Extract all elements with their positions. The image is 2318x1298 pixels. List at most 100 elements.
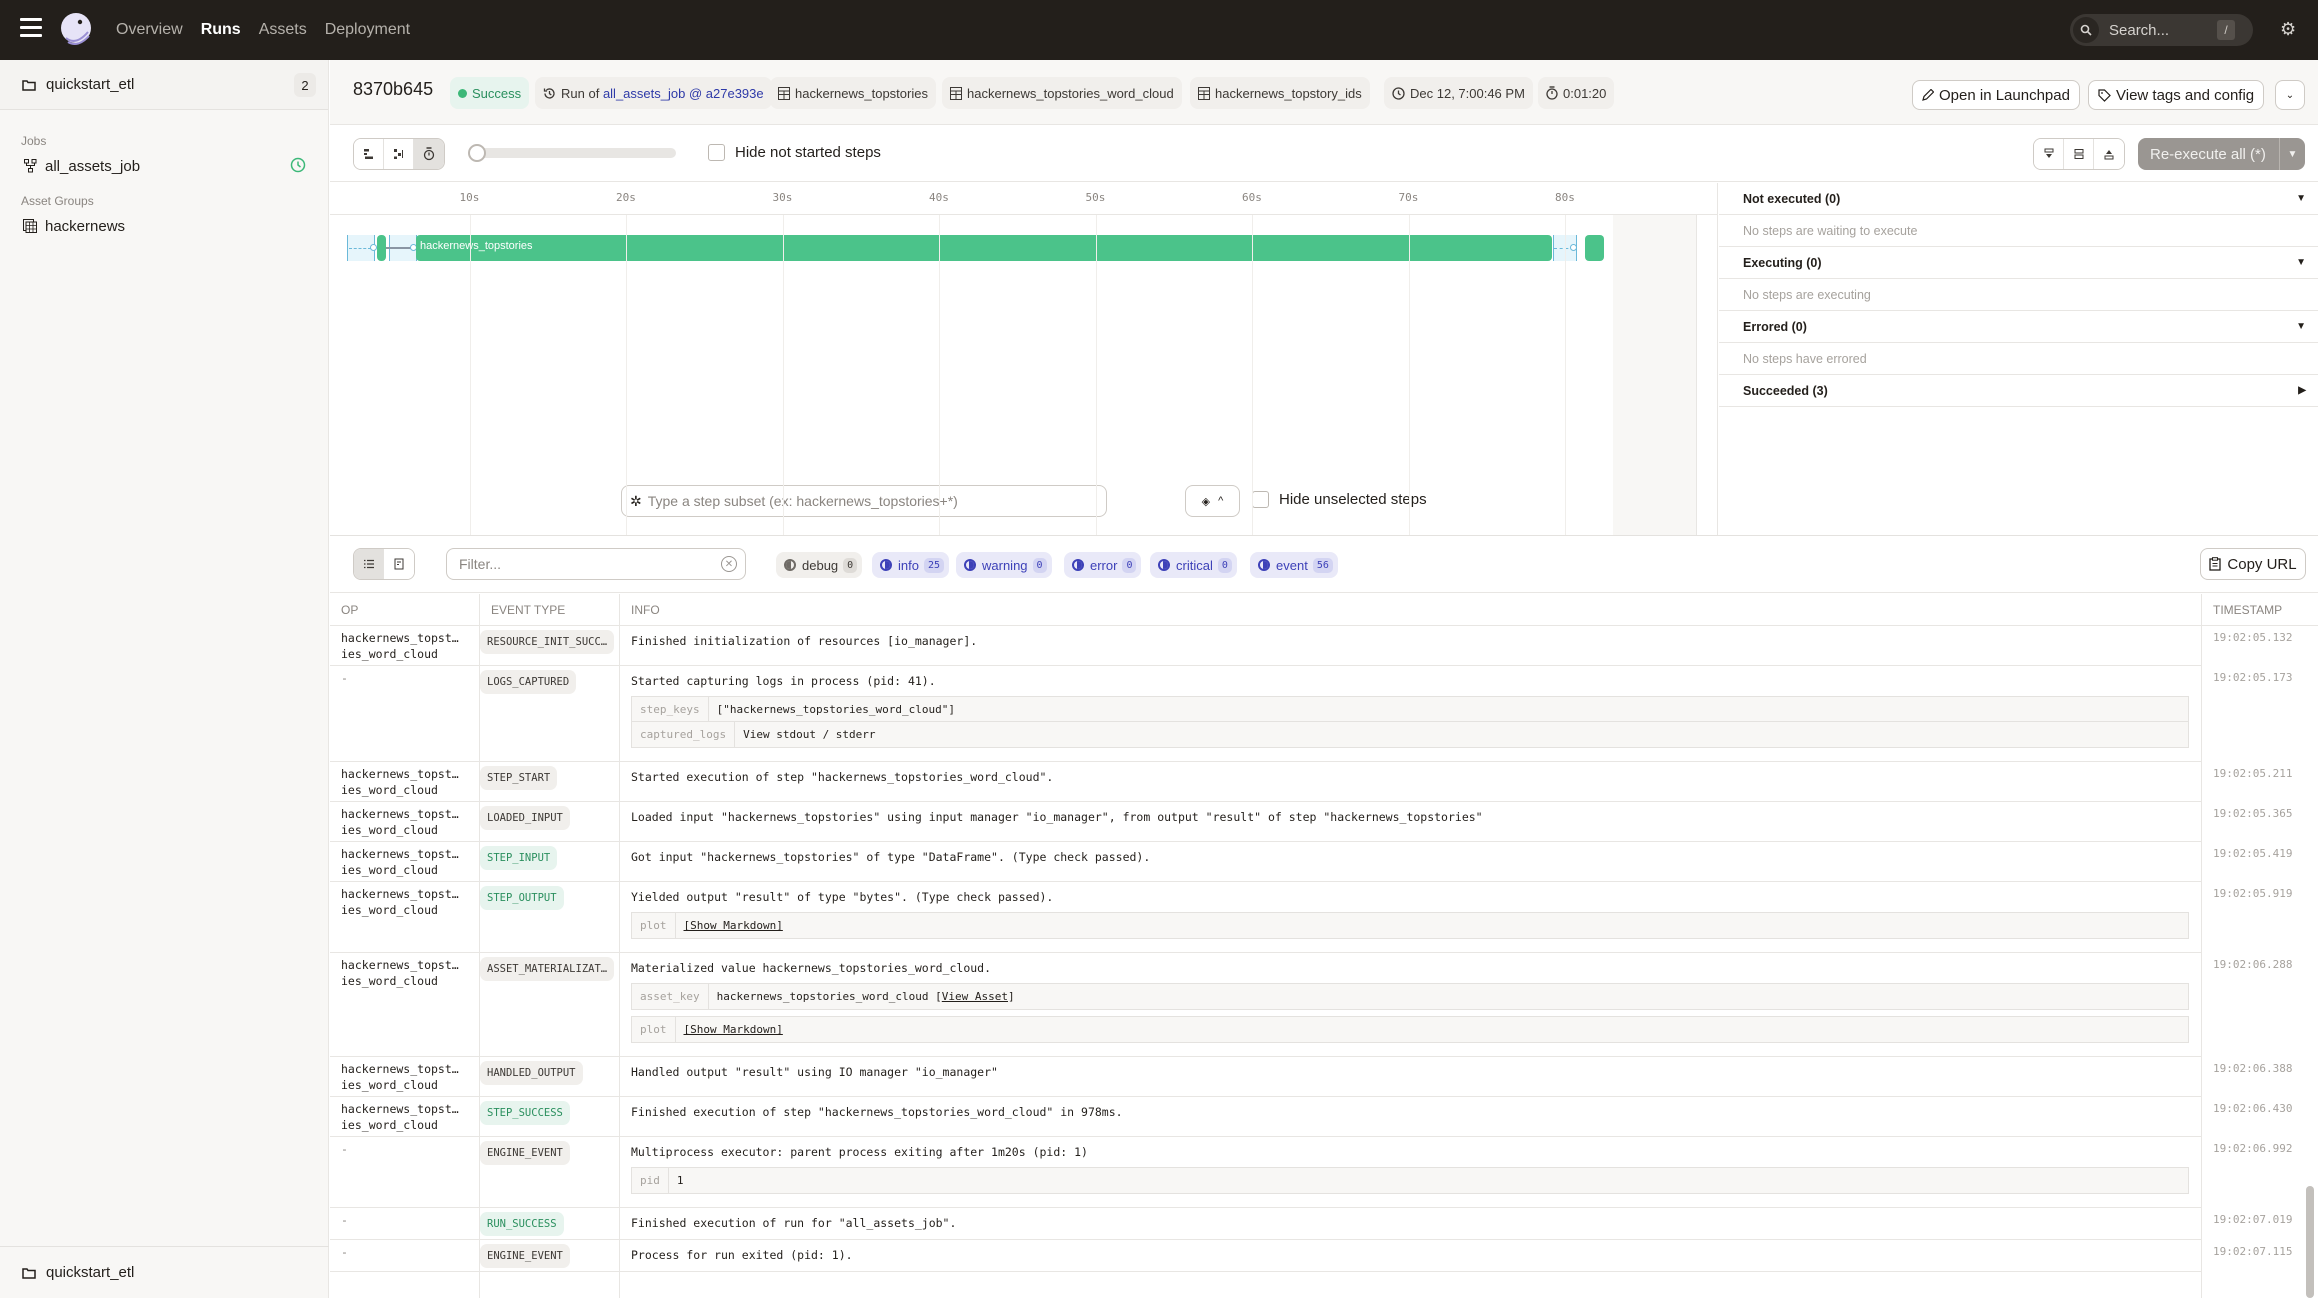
checkbox[interactable] <box>1252 491 1269 508</box>
view-stdout-stderr-link[interactable]: View stdout / stderr <box>735 728 875 741</box>
job-link[interactable]: all_assets_job <box>603 86 685 101</box>
structured-list-icon[interactable] <box>354 549 384 579</box>
asset-label: hackernews_topstory_ids <box>1215 85 1362 101</box>
step-subset-input[interactable]: ✲ Type a step subset (ex: hackernews_top… <box>621 485 1107 517</box>
log-op[interactable]: hackernews_topst… ies_word_cloud <box>341 957 459 989</box>
not-executed-header[interactable]: Not executed (0) ▼ <box>1719 183 2318 215</box>
sidebar-repo-selector[interactable]: quickstart_etl 2 <box>0 60 328 110</box>
level-filter-info[interactable]: info 25 <box>872 552 950 578</box>
checkbox[interactable] <box>708 144 725 161</box>
log-info: Started capturing logs in process (pid: … <box>631 674 936 688</box>
asset-chip-hackernews-topstories-word-cloud[interactable]: hackernews_topstories_word_cloud <box>942 77 1182 109</box>
log-info: Multiprocess executor: parent process ex… <box>631 1145 1088 1159</box>
succeeded-header[interactable]: Succeeded (3) ▶ <box>1719 375 2318 407</box>
clock-icon <box>1392 86 1405 100</box>
log-op[interactable]: hackernews_topst… ies_word_cloud <box>341 846 459 878</box>
search-button[interactable]: Search... / <box>2070 14 2253 46</box>
gantt-step-bar-topstories[interactable] <box>416 235 1552 261</box>
gantt-gridline <box>782 215 784 535</box>
hide-unselected-checkbox[interactable]: Hide unselected steps <box>1252 491 1427 508</box>
chevron-up-icon: ^ <box>1218 495 1224 507</box>
collapse-middle-icon[interactable] <box>2064 139 2094 169</box>
gantt-tick-label: 40s <box>929 191 949 204</box>
log-op[interactable]: - <box>341 1141 348 1157</box>
metadata-row: captured_logs View stdout / stderr <box>632 722 2188 747</box>
log-op[interactable]: - <box>341 670 348 686</box>
sidebar-item-all-assets-job[interactable]: all_assets_job <box>0 148 328 184</box>
log-row: - ENGINE_EVENT Multiprocess executor: pare… <box>330 1137 2292 1208</box>
gantt-tick-label: 30s <box>772 191 793 204</box>
log-op[interactable]: hackernews_topst… ies_word_cloud <box>341 630 459 662</box>
nav-deployment[interactable]: Deployment <box>325 21 410 39</box>
gantt-connector-dot <box>1570 244 1577 251</box>
clear-filter-icon[interactable]: ✕ <box>721 556 737 572</box>
dagster-logo-icon[interactable] <box>56 10 96 50</box>
log-op[interactable]: hackernews_topst… ies_word_cloud <box>341 806 459 838</box>
log-op[interactable]: hackernews_topst… ies_word_cloud <box>341 1101 459 1133</box>
menu-icon[interactable] <box>20 18 42 40</box>
sidebar-bottom-repo[interactable]: quickstart_etl <box>0 1246 329 1298</box>
settings-gear-icon[interactable]: ⚙ <box>2280 19 2302 41</box>
sidebar-item-hackernews[interactable]: hackernews <box>0 208 328 244</box>
section-label: Errored (0) <box>1743 319 1807 334</box>
waterfall-view-icon[interactable] <box>354 139 384 169</box>
level-filter-debug[interactable]: debug 0 <box>776 552 863 578</box>
log-info: Started execution of step "hackernews_to… <box>631 770 1054 784</box>
caret-down-icon[interactable]: ▼ <box>2279 138 2305 170</box>
nav-assets[interactable]: Assets <box>259 21 307 39</box>
show-markdown-link[interactable]: [Show Markdown] <box>684 1023 783 1036</box>
open-in-launchpad-button[interactable]: Open in Launchpad <box>1912 80 2080 110</box>
expand-all-icon[interactable] <box>2034 139 2064 169</box>
jobs-heading: Jobs <box>21 134 47 148</box>
asset-chip-hackernews-topstory-ids[interactable]: hackernews_topstory_ids <box>1190 77 1370 109</box>
raw-logs-icon[interactable] <box>384 549 414 579</box>
log-op[interactable]: hackernews_topst… ies_word_cloud <box>341 1061 459 1093</box>
errored-header[interactable]: Errored (0) ▼ <box>1719 311 2318 343</box>
log-op[interactable]: - <box>341 1212 348 1228</box>
log-op[interactable]: hackernews_topst… ies_word_cloud <box>341 766 459 798</box>
zoom-slider[interactable] <box>468 144 676 162</box>
gantt-gridline <box>939 215 940 535</box>
reexecute-all-button[interactable]: Re-execute all (*) ▼ <box>2138 138 2305 170</box>
gantt-step-bar-word-cloud[interactable] <box>1585 235 1604 261</box>
show-markdown-link[interactable]: [Show Markdown] <box>684 919 783 932</box>
log-filter-input[interactable]: Filter... ✕ <box>446 548 746 580</box>
level-filter-warning[interactable]: warning 0 <box>956 552 1052 578</box>
log-scrollbar[interactable] <box>2306 1186 2314 1298</box>
slider-handle[interactable] <box>468 144 486 162</box>
view-asset-link[interactable]: View Asset <box>942 990 1008 1003</box>
log-op[interactable]: - <box>341 1244 348 1260</box>
view-tags-and-config-button[interactable]: View tags and config <box>2088 80 2265 110</box>
section-label: Executing (0) <box>1743 255 1822 270</box>
schedule-clock-icon[interactable] <box>290 157 306 177</box>
executing-header[interactable]: Executing (0) ▼ <box>1719 247 2318 279</box>
log-row: hackernews_topst… ies_word_cloud ASSET_MA… <box>330 953 2292 1057</box>
collapse-all-icon[interactable] <box>2094 139 2124 169</box>
log-op[interactable]: hackernews_topst… ies_word_cloud <box>341 886 459 918</box>
asset-label: hackernews_topstories <box>795 85 928 101</box>
toggle-icon <box>1158 559 1170 571</box>
subset-mode-dropdown[interactable]: ◈ ^ <box>1185 485 1240 517</box>
event-type-badge: ASSET_MATERIALIZAT… <box>480 957 615 981</box>
more-actions-button[interactable]: ⌄ <box>2275 80 2305 110</box>
log-row: hackernews_topst… ies_word_cloud STEP_OUT… <box>330 882 2292 953</box>
level-filter-critical[interactable]: critical 0 <box>1150 552 1237 578</box>
level-name: debug <box>802 557 839 573</box>
hide-not-started-checkbox[interactable]: Hide not started steps <box>708 144 881 161</box>
gantt-step-bar-topstory-ids[interactable] <box>377 235 386 261</box>
snapshot-link[interactable]: a27e393e <box>706 86 764 101</box>
repo-name: quickstart_etl <box>46 76 135 93</box>
gantt-tick-label: 60s <box>1242 191 1262 204</box>
nav-runs[interactable]: Runs <box>201 21 241 39</box>
level-filter-error[interactable]: error 0 <box>1064 552 1142 578</box>
level-name: event <box>1276 557 1308 573</box>
metadata-key: pid <box>632 1168 669 1193</box>
log-row: hackernews_topst… ies_word_cloud STEP_STA… <box>330 762 2292 802</box>
copy-url-button[interactable]: Copy URL <box>2200 548 2306 580</box>
timer-view-icon[interactable] <box>414 139 444 169</box>
waterfall-batched-view-icon[interactable] <box>384 139 414 169</box>
subset-placeholder: Type a step subset (ex: hackernews_topst… <box>647 493 958 509</box>
level-filter-event[interactable]: event 56 <box>1250 552 1338 578</box>
nav-overview[interactable]: Overview <box>116 21 183 39</box>
asset-chip-hackernews-topstories[interactable]: hackernews_topstories <box>770 77 936 109</box>
